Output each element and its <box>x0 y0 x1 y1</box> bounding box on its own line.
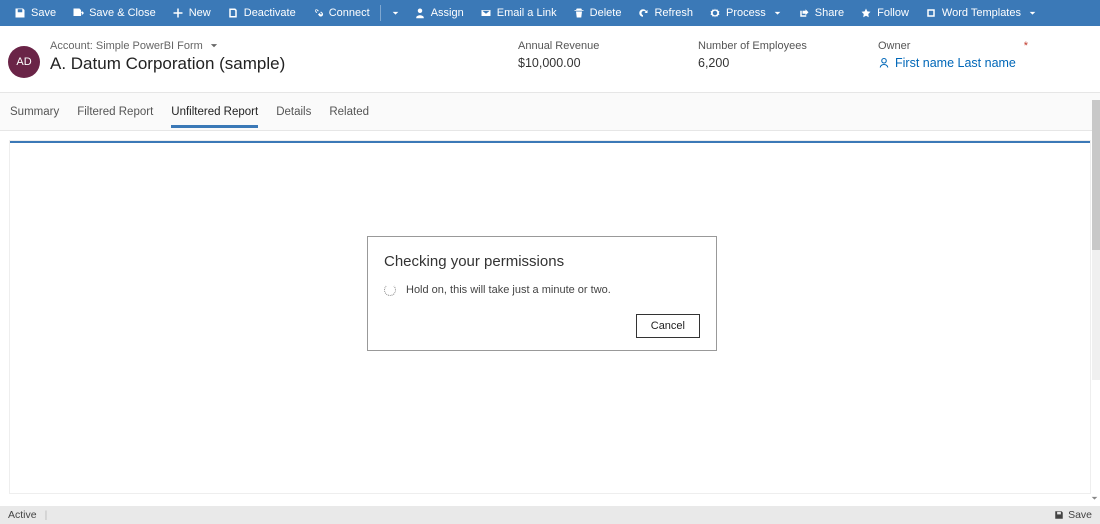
share-button[interactable]: Share <box>790 0 852 26</box>
assign-label: Assign <box>431 7 464 19</box>
follow-button[interactable]: Follow <box>852 0 917 26</box>
tab-unfiltered-report[interactable]: Unfiltered Report <box>171 96 258 128</box>
permissions-dialog: Checking your permissions Hold on, this … <box>367 236 717 351</box>
process-label: Process <box>726 7 766 19</box>
save-icon <box>1054 510 1064 520</box>
email-link-label: Email a Link <box>497 7 557 19</box>
avatar: AD <box>8 46 40 78</box>
scrollbar-thumb[interactable] <box>1092 100 1100 250</box>
status-save-button[interactable]: Save <box>1054 509 1092 521</box>
status-text: Active <box>8 509 37 521</box>
separator <box>380 5 381 21</box>
field-annual-revenue: Annual Revenue $10,000.00 <box>518 40 638 70</box>
deactivate-icon <box>227 7 239 19</box>
delete-label: Delete <box>590 7 622 19</box>
refresh-icon <box>637 7 649 19</box>
save-close-button[interactable]: Save & Close <box>64 0 164 26</box>
tab-filtered-report[interactable]: Filtered Report <box>77 96 153 128</box>
avatar-initials: AD <box>16 56 31 68</box>
new-label: New <box>189 7 211 19</box>
word-icon <box>925 7 937 19</box>
num-employees-label: Number of Employees <box>698 40 818 52</box>
annual-revenue-value: $10,000.00 <box>518 56 638 70</box>
annual-revenue-label: Annual Revenue <box>518 40 638 52</box>
account-type-line[interactable]: Account: Simple PowerBI Form <box>50 40 285 52</box>
connect-icon <box>312 7 324 19</box>
account-type-label: Account: Simple PowerBI Form <box>50 40 203 52</box>
field-owner: Owner * First name Last name <box>878 40 1028 70</box>
dialog-title: Checking your permissions <box>384 253 700 270</box>
field-num-employees: Number of Employees 6,200 <box>698 40 818 70</box>
scroll-down-button[interactable] <box>1088 492 1100 504</box>
save-icon <box>14 7 26 19</box>
connect-dropdown[interactable] <box>383 0 406 26</box>
record-header: AD Account: Simple PowerBI Form A. Datum… <box>0 26 1100 93</box>
tab-strip: Summary Filtered Report Unfiltered Repor… <box>0 93 1100 131</box>
dialog-body-text: Hold on, this will take just a minute or… <box>406 284 611 296</box>
chevron-down-icon <box>1090 494 1099 503</box>
scrollbar-vertical[interactable] <box>1092 100 1100 380</box>
chevron-down-icon <box>209 41 219 51</box>
follow-label: Follow <box>877 7 909 19</box>
connect-button[interactable]: Connect <box>304 0 378 26</box>
spinner-icon <box>384 284 396 296</box>
word-templates-button[interactable]: Word Templates <box>917 0 1045 26</box>
process-button[interactable]: Process <box>701 0 790 26</box>
plus-icon <box>172 7 184 19</box>
save-close-label: Save & Close <box>89 7 156 19</box>
tab-details[interactable]: Details <box>276 96 311 128</box>
connect-label: Connect <box>329 7 370 19</box>
assign-icon <box>414 7 426 19</box>
status-bar: Active | Save <box>0 506 1100 524</box>
gear-icon <box>709 7 721 19</box>
chevron-down-icon <box>1028 9 1037 18</box>
trash-icon <box>573 7 585 19</box>
email-link-button[interactable]: Email a Link <box>472 0 565 26</box>
assign-button[interactable]: Assign <box>406 0 472 26</box>
chevron-down-icon <box>773 9 782 18</box>
refresh-button[interactable]: Refresh <box>629 0 701 26</box>
deactivate-label: Deactivate <box>244 7 296 19</box>
mail-icon <box>480 7 492 19</box>
refresh-label: Refresh <box>654 7 693 19</box>
owner-value[interactable]: First name Last name <box>878 56 1028 70</box>
save-close-icon <box>72 7 84 19</box>
required-indicator: * <box>1024 40 1028 52</box>
num-employees-value: 6,200 <box>698 56 818 70</box>
deactivate-button[interactable]: Deactivate <box>219 0 304 26</box>
tab-summary[interactable]: Summary <box>10 96 59 128</box>
person-icon <box>878 57 890 69</box>
share-icon <box>798 7 810 19</box>
new-button[interactable]: New <box>164 0 219 26</box>
chevron-down-icon <box>391 9 400 18</box>
star-icon <box>860 7 872 19</box>
owner-name: First name Last name <box>895 56 1016 70</box>
save-button[interactable]: Save <box>6 0 64 26</box>
cancel-button[interactable]: Cancel <box>636 314 700 338</box>
word-templates-label: Word Templates <box>942 7 1021 19</box>
delete-button[interactable]: Delete <box>565 0 630 26</box>
command-bar: Save Save & Close New Deactivate Connect… <box>0 0 1100 26</box>
separator: | <box>45 509 48 521</box>
tab-related[interactable]: Related <box>329 96 369 128</box>
save-label: Save <box>31 7 56 19</box>
status-save-label: Save <box>1068 509 1092 521</box>
header-main: Account: Simple PowerBI Form A. Datum Co… <box>50 40 285 74</box>
share-label: Share <box>815 7 844 19</box>
owner-label: Owner <box>878 40 910 52</box>
record-name: A. Datum Corporation (sample) <box>50 54 285 74</box>
